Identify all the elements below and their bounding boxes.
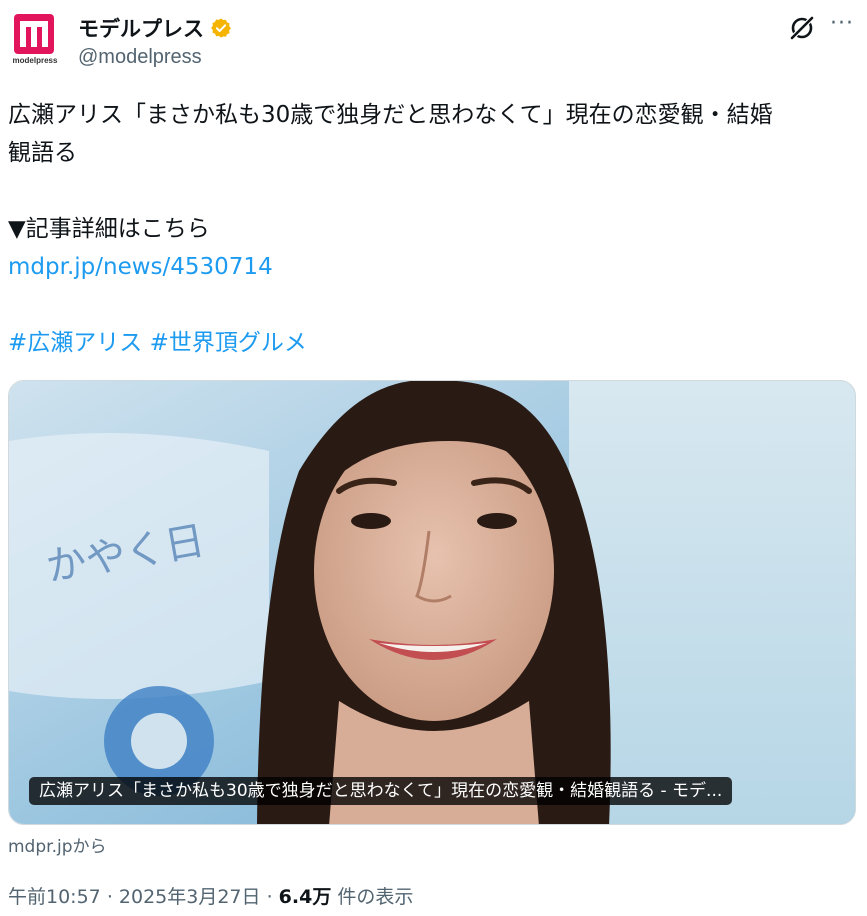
view-count-label: 件の表示	[337, 886, 414, 908]
card-source[interactable]: mdpr.jpから	[8, 832, 107, 857]
more-options-button[interactable]: ···	[826, 13, 858, 42]
tweet-date[interactable]: 2025年3月27日	[119, 886, 261, 908]
meta-separator: ·	[266, 886, 273, 908]
verified-badge-icon	[211, 18, 231, 38]
grok-icon[interactable]	[786, 12, 818, 44]
handle[interactable]: @modelpress	[78, 46, 202, 69]
tweet-header: modelpress モデルプレス @modelpress ···	[0, 0, 867, 80]
tweet-line: 広瀬アリス「まさか私も30歳で独身だと思わなくて」現在の恋愛観・結婚	[8, 102, 773, 128]
tweet-text: 広瀬アリス「まさか私も30歳で独身だと思わなくて」現在の恋愛観・結婚 観語る ▼…	[8, 96, 860, 362]
modelpress-logo-icon	[14, 14, 54, 54]
avatar-wordmark: modelpress	[12, 56, 58, 65]
name-row: モデルプレス	[78, 14, 232, 42]
avatar[interactable]: modelpress	[12, 12, 58, 70]
hashtag-row: #広瀬アリス #世界頂グルメ	[8, 324, 860, 362]
hashtag-sekai-itadaki-gourmet[interactable]: #世界頂グルメ	[150, 330, 307, 356]
card-photo: かやく日	[9, 381, 855, 824]
tweet-meta: 午前10:57 · 2025年3月27日 · 6.4万 件の表示	[8, 882, 413, 909]
tweet-time[interactable]: 午前10:57	[8, 886, 101, 908]
tweet-line: 観語る	[8, 140, 77, 166]
display-name[interactable]: モデルプレス	[78, 13, 204, 43]
meta-separator: ·	[106, 886, 113, 908]
card-caption: 広瀬アリス「まさか私も30歳で独身だと思わなくて」現在の恋愛観・結婚観語る - …	[29, 777, 733, 805]
link-card[interactable]: かやく日 広瀬アリス「まさか私も30歳で独身だと思わなくて」現在の恋愛観・結婚観…	[8, 380, 856, 825]
tweet-line	[8, 172, 860, 210]
view-count: 6.4万	[278, 886, 332, 908]
tweet-line: ▼記事詳細はこちら	[8, 216, 210, 242]
hashtag-hirose-alice[interactable]: #広瀬アリス	[8, 330, 142, 356]
article-link[interactable]: mdpr.jp/news/4530714	[8, 248, 860, 286]
